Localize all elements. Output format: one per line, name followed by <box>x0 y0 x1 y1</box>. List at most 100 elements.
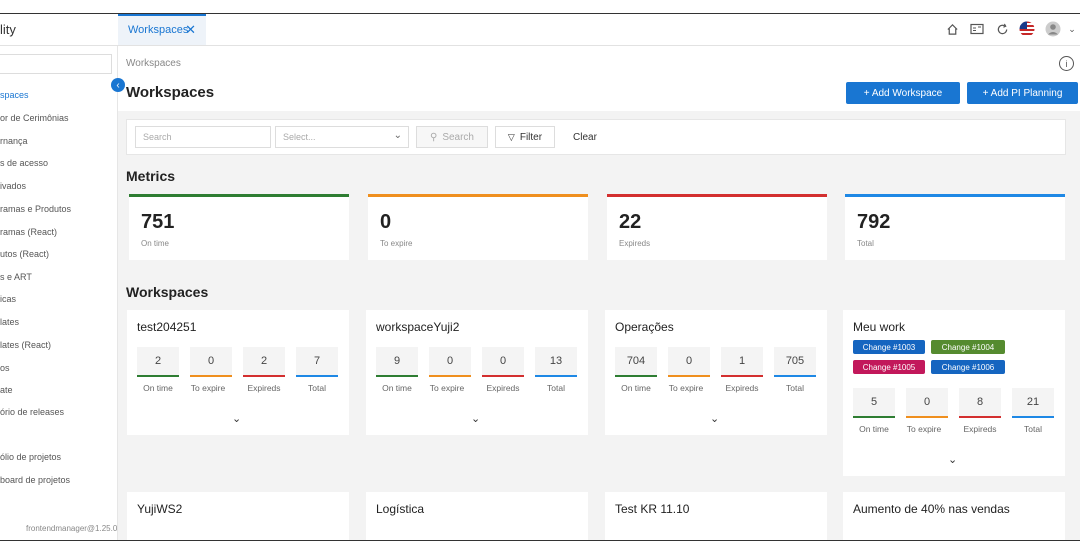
stat-on-time: 9 <box>376 347 418 377</box>
stat-label: Total <box>1024 424 1042 434</box>
expand-chevron-icon[interactable]: ⌄ <box>471 412 480 425</box>
search-input[interactable]: Search <box>135 126 271 148</box>
metric-card-total: 792 Total <box>845 194 1065 260</box>
stat-label: Expireds <box>725 383 759 393</box>
user-avatar-icon[interactable] <box>1044 20 1062 38</box>
add-workspace-button[interactable]: + Add Workspace <box>846 82 960 104</box>
search-button-label: Search <box>442 131 474 143</box>
sidebar-item-templates[interactable]: lates <box>0 317 19 327</box>
info-icon[interactable]: i <box>1059 56 1074 71</box>
metric-value: 0 <box>380 211 392 233</box>
stat-label: To expire <box>429 383 465 393</box>
stat-label: To expire <box>668 383 704 393</box>
stat-on-time: 2 <box>137 347 179 377</box>
stat-to-expire: 0 <box>906 388 948 418</box>
us-flag-icon[interactable] <box>1018 20 1036 38</box>
stat-label: Expireds <box>486 383 520 393</box>
stat-label: To expire <box>906 424 942 434</box>
search-button[interactable]: ⚲ Search <box>416 126 488 148</box>
change-tag[interactable]: Change #1004 <box>931 340 1005 354</box>
workspace-card[interactable]: Meu work Change #1003 Change #1004 Chang… <box>843 310 1065 476</box>
stat-label: Expireds <box>247 383 281 393</box>
expand-chevron-icon[interactable]: ⌄ <box>232 412 241 425</box>
close-tab-icon[interactable]: ✕ <box>185 22 196 38</box>
sidebar-item-os[interactable]: os <box>0 363 10 373</box>
workspace-card[interactable]: Operações 704 0 1 705 On time To expire … <box>605 310 827 435</box>
workspace-name: Operações <box>615 320 674 334</box>
stat-expireds: 2 <box>243 347 285 377</box>
filter-button[interactable]: ▽ Filter <box>495 126 555 148</box>
sidebar-item-metrics[interactable]: icas <box>0 294 16 304</box>
stat-expireds: 1 <box>721 347 763 377</box>
expand-chevron-icon[interactable]: ⌄ <box>948 453 957 466</box>
sidebar-item-ceremonies[interactable]: or de Cerimônias <box>0 113 69 123</box>
home-icon[interactable] <box>943 20 961 38</box>
sidebar-item-archived[interactable]: ivados <box>0 181 26 191</box>
sidebar-item-products-react[interactable]: utos (React) <box>0 249 49 259</box>
page-header: Workspaces i Workspaces + Add Workspace … <box>118 46 1080 111</box>
sidebar-item-access[interactable]: s de acesso <box>0 158 48 168</box>
stat-to-expire: 0 <box>190 347 232 377</box>
chevron-down-icon: ⌄ <box>393 130 402 141</box>
sidebar-item-programs-react[interactable]: ramas (React) <box>0 227 57 237</box>
sidebar-item-templates-react[interactable]: lates (React) <box>0 340 51 350</box>
workspace-card[interactable]: workspaceYuji2 9 0 0 13 On time To expir… <box>366 310 588 435</box>
workspaces-section-title: Workspaces <box>126 284 209 300</box>
stat-label: On time <box>143 383 173 393</box>
metric-card-expireds: 22 Expireds <box>607 194 827 260</box>
add-pi-planning-button[interactable]: + Add PI Planning <box>967 82 1078 104</box>
sidebar-item-programs-products[interactable]: ramas e Produtos <box>0 204 71 214</box>
sidebar-item-project-portfolio[interactable]: ólio de projetos <box>0 452 61 462</box>
workspace-name: Meu work <box>853 320 906 334</box>
change-tag[interactable]: Change #1006 <box>931 360 1005 374</box>
stat-on-time: 5 <box>853 388 895 418</box>
stat-label: Expireds <box>963 424 997 434</box>
stat-expireds: 0 <box>482 347 524 377</box>
stat-to-expire: 0 <box>429 347 471 377</box>
tab-workspaces[interactable]: Workspaces ✕ <box>118 14 206 45</box>
sidebar-item-ate[interactable]: ate <box>0 385 13 395</box>
page-title: Workspaces <box>126 84 215 101</box>
main-content: Workspaces i Workspaces + Add Workspace … <box>118 46 1080 552</box>
workspace-name: workspaceYuji2 <box>376 320 460 334</box>
workspace-card[interactable]: test204251 2 0 2 7 On time To expire Exp… <box>127 310 349 435</box>
sidebar: spaces or de Cerimônias rnança s de aces… <box>0 46 118 540</box>
select-dropdown[interactable]: Select... ⌄ <box>275 126 409 148</box>
sidebar-item-release-report[interactable]: ório de releases <box>0 407 64 417</box>
stat-label: Total <box>547 383 565 393</box>
stat-label: On time <box>382 383 412 393</box>
sidebar-item-art[interactable]: s e ART <box>0 272 32 282</box>
workspace-name: Aumento de 40% nas vendas <box>853 502 1010 516</box>
clear-button[interactable]: Clear <box>563 126 607 148</box>
breadcrumb[interactable]: Workspaces <box>126 58 181 69</box>
change-tag[interactable]: Change #1003 <box>853 340 925 354</box>
workspace-name: test204251 <box>137 320 197 334</box>
metric-value: 751 <box>141 211 175 233</box>
stat-label: On time <box>621 383 651 393</box>
stat-label: Total <box>786 383 804 393</box>
collapse-sidebar-icon[interactable]: ‹ <box>111 78 125 92</box>
stat-label: Total <box>308 383 326 393</box>
expand-chevron-icon[interactable]: ⌄ <box>710 412 719 425</box>
metric-label: Total <box>857 239 874 248</box>
stat-label: On time <box>859 424 889 434</box>
sidebar-item-governance[interactable]: rnança <box>0 136 28 146</box>
workspace-name: Logística <box>376 502 425 516</box>
metric-value: 22 <box>619 211 642 233</box>
sidebar-item-project-dashboard[interactable]: board de projetos <box>0 475 70 485</box>
stat-total: 705 <box>774 347 816 377</box>
tab-label: Workspaces <box>128 24 189 36</box>
sidebar-item-workspaces[interactable]: spaces <box>0 90 29 100</box>
id-card-icon[interactable] <box>968 20 986 38</box>
refresh-icon[interactable] <box>993 20 1011 38</box>
screen-top-edge <box>0 0 1080 14</box>
chevron-down-icon[interactable]: ⌄ <box>1063 20 1080 38</box>
sidebar-search-input[interactable] <box>0 54 112 74</box>
change-tag[interactable]: Change #1005 <box>853 360 925 374</box>
select-placeholder: Select... <box>283 132 316 142</box>
stat-total: 7 <box>296 347 338 377</box>
workspace-name: Test KR 11.10 <box>615 502 690 516</box>
app-name: lity <box>0 22 16 37</box>
stat-total: 13 <box>535 347 577 377</box>
funnel-icon: ▽ <box>507 131 515 142</box>
